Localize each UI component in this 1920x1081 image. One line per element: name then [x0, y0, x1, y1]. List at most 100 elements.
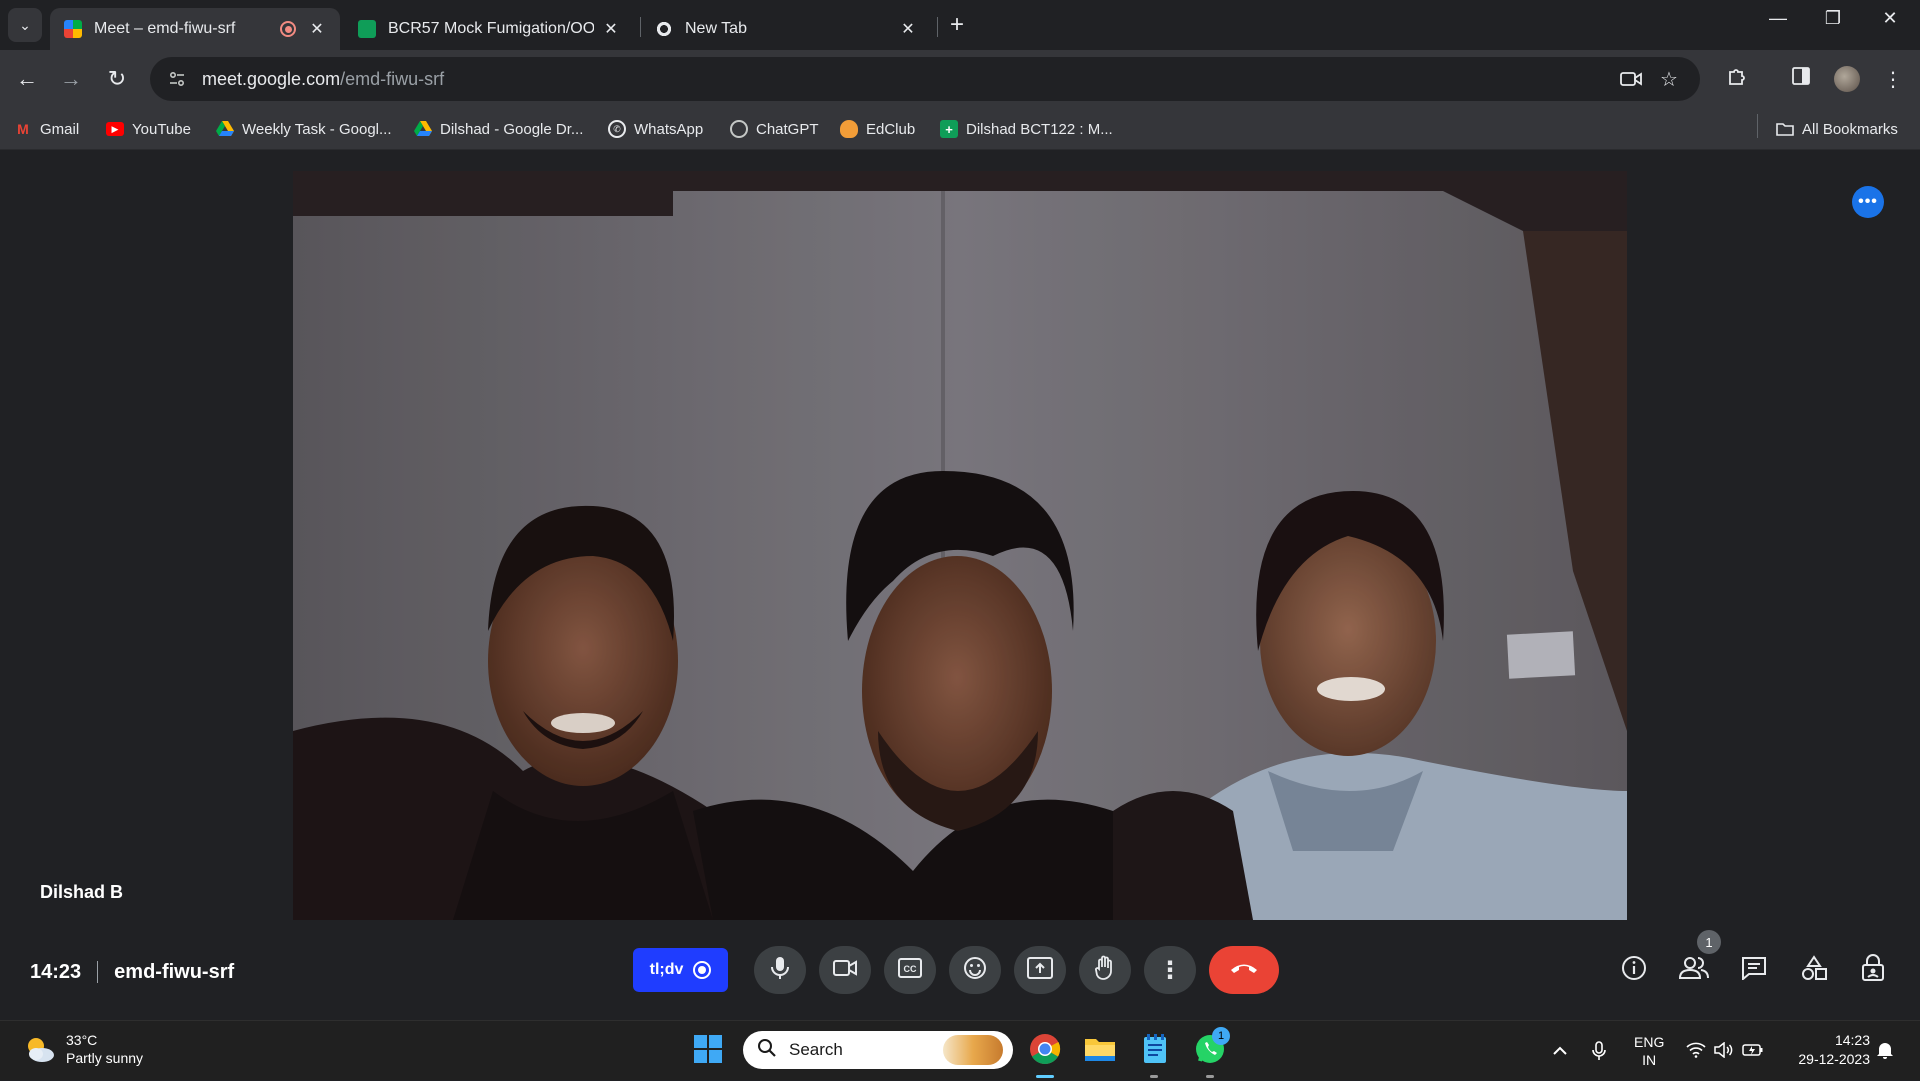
- leave-call-button[interactable]: [1209, 946, 1279, 994]
- meeting-details-button[interactable]: [1614, 950, 1654, 990]
- tab-sheets[interactable]: BCR57 Mock Fumigation/OOPS ✕: [344, 8, 634, 50]
- back-button[interactable]: ←: [8, 60, 46, 98]
- side-panel-button[interactable]: [1782, 60, 1820, 98]
- taskbar-search[interactable]: Search: [743, 1031, 1013, 1069]
- closed-captions-icon: CC: [898, 957, 922, 983]
- bookmark-chatgpt[interactable]: ChatGPT: [730, 118, 819, 140]
- arrow-left-icon: ←: [16, 66, 38, 91]
- restore-button[interactable]: ❐: [1813, 8, 1853, 29]
- people-button[interactable]: [1674, 950, 1714, 990]
- bookmark-youtube[interactable]: ▶ YouTube: [106, 118, 191, 140]
- bookmark-dilshad-sheet[interactable]: + Dilshad BCT122 : M...: [940, 118, 1113, 140]
- meeting-code: emd-fiwu-srf: [114, 960, 235, 983]
- tldv-label: tl;dv: [649, 961, 684, 978]
- chrome-menu-button[interactable]: ⋮: [1874, 60, 1912, 98]
- language-indicator[interactable]: ENG IN: [1634, 1021, 1664, 1081]
- info-icon: [1621, 955, 1647, 986]
- reload-button[interactable]: ↻: [98, 60, 136, 98]
- start-button[interactable]: [688, 1031, 728, 1071]
- close-window-button[interactable]: ✕: [1870, 8, 1910, 29]
- edclub-icon: [840, 120, 858, 138]
- bookmark-label: Gmail: [40, 120, 80, 138]
- more-actions-button[interactable]: ⋮: [1144, 946, 1196, 994]
- chrome-icon: [655, 20, 673, 38]
- captions-button[interactable]: CC: [884, 946, 936, 994]
- present-screen-button[interactable]: [1014, 946, 1066, 994]
- clock-time: 14:23: [1834, 1032, 1870, 1048]
- bookmark-label: Dilshad BCT122 : M...: [966, 120, 1113, 138]
- close-tab-icon[interactable]: ✕: [899, 19, 917, 39]
- bookmark-dilshad-drive[interactable]: Dilshad - Google Dr...: [414, 118, 583, 140]
- shapes-icon: [1801, 954, 1827, 986]
- participant-name: Dilshad B: [40, 882, 124, 902]
- kebab-menu-icon: ⋮: [1158, 956, 1182, 984]
- tab-title: New Tab: [685, 20, 747, 37]
- meeting-info: 14:23 emd-fiwu-srf: [30, 958, 234, 986]
- browser-toolbar: ← → ↻ meet.google.com/emd-fiwu-srf ☆ ⋮: [0, 50, 1920, 108]
- participant-video[interactable]: [293, 171, 1627, 920]
- video-frame: [293, 171, 1627, 920]
- close-tab-icon[interactable]: ✕: [308, 19, 326, 39]
- bookmarks-bar: M Gmail ▶ YouTube Weekly Task - Googl...…: [0, 108, 1920, 150]
- tab-meet[interactable]: Meet – emd-fiwu-srf ✕: [50, 8, 340, 50]
- weather-widget[interactable]: 33°C Partly sunny: [22, 1031, 143, 1067]
- bookmark-label: YouTube: [132, 120, 191, 138]
- battery-charging-icon: [1742, 1043, 1764, 1060]
- all-bookmarks-button[interactable]: All Bookmarks: [1776, 118, 1898, 140]
- drive-icon: [216, 120, 234, 138]
- forward-button[interactable]: →: [52, 60, 90, 98]
- site-info-icon[interactable]: [166, 68, 188, 90]
- recording-icon: [280, 21, 296, 37]
- notifications-button[interactable]: [1876, 1021, 1894, 1081]
- taskbar-whatsapp[interactable]: 1: [1190, 1027, 1230, 1071]
- taskbar-file-explorer[interactable]: [1080, 1031, 1120, 1071]
- extensions-button[interactable]: [1718, 60, 1756, 98]
- tab-title: BCR57 Mock Fumigation/OOPS: [388, 20, 594, 37]
- people-count-badge: 1: [1697, 930, 1721, 954]
- host-controls-button[interactable]: [1854, 950, 1894, 990]
- show-hidden-icons[interactable]: [1552, 1021, 1568, 1081]
- weather-text: 33°C Partly sunny: [66, 1031, 143, 1067]
- camera-button[interactable]: [819, 946, 871, 994]
- folder-icon: [1084, 1036, 1116, 1067]
- mic-in-use-icon[interactable]: [1592, 1021, 1606, 1081]
- microphone-button[interactable]: [754, 946, 806, 994]
- bookmark-gmail[interactable]: M Gmail: [14, 118, 79, 140]
- bookmark-edclub[interactable]: EdClub: [840, 118, 915, 140]
- microphone-icon: [769, 956, 791, 985]
- bookmark-weekly-task[interactable]: Weekly Task - Googl...: [216, 118, 392, 140]
- weather-desc: Partly sunny: [66, 1050, 144, 1066]
- windows-taskbar: 33°C Partly sunny Search 1 ENG IN 14:23 …: [0, 1020, 1920, 1080]
- reactions-button[interactable]: [949, 946, 1001, 994]
- system-clock[interactable]: 14:23 29-12-2023: [1798, 1031, 1870, 1069]
- close-tab-icon[interactable]: ✕: [602, 19, 620, 39]
- bookmark-whatsapp[interactable]: ✆ WhatsApp: [608, 118, 703, 140]
- bookmark-star-icon[interactable]: ☆: [1660, 57, 1678, 101]
- tab-search-button[interactable]: ⌄: [8, 8, 42, 42]
- more-options-button[interactable]: •••: [1852, 186, 1884, 218]
- tab-new-tab[interactable]: New Tab ✕: [641, 8, 931, 50]
- tab-separator: [937, 17, 938, 37]
- new-tab-button[interactable]: +: [950, 12, 964, 38]
- side-panel-icon: [1792, 67, 1810, 91]
- raise-hand-button[interactable]: [1079, 946, 1131, 994]
- profile-button[interactable]: [1828, 60, 1866, 98]
- network-volume-battery[interactable]: [1686, 1021, 1764, 1081]
- taskbar-notepad[interactable]: [1135, 1031, 1175, 1071]
- activities-button[interactable]: [1794, 950, 1834, 990]
- taskbar-chrome[interactable]: [1025, 1031, 1065, 1071]
- notepad-icon: [1142, 1033, 1168, 1069]
- open-app-indicator: [1150, 1075, 1158, 1078]
- kebab-menu-icon: ⋮: [1883, 68, 1903, 91]
- chat-button[interactable]: [1734, 950, 1774, 990]
- minimize-button[interactable]: —: [1758, 8, 1798, 29]
- people-icon: [1678, 956, 1709, 985]
- tab-strip: ⌄ Meet – emd-fiwu-srf ✕ BCR57 Mock Fumig…: [0, 0, 1920, 50]
- tldv-record-button[interactable]: tl;dv: [633, 948, 728, 992]
- address-bar[interactable]: meet.google.com/emd-fiwu-srf ☆: [150, 57, 1700, 101]
- camera-in-use-icon[interactable]: [1620, 57, 1642, 101]
- reload-icon: ↻: [107, 66, 127, 91]
- bookmark-label: All Bookmarks: [1802, 120, 1898, 138]
- folder-icon: [1776, 120, 1794, 138]
- active-app-indicator: [1036, 1075, 1054, 1078]
